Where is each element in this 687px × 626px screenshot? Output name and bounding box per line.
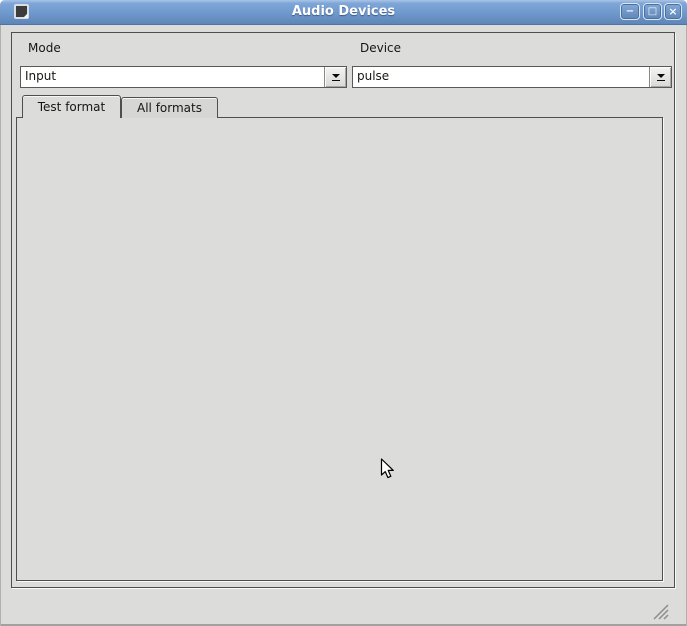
device-combobox[interactable]: pulse	[352, 66, 672, 88]
combo-arrow-icon	[649, 67, 671, 87]
tab-all-formats[interactable]: All formats	[121, 97, 218, 118]
device-value: pulse	[353, 67, 649, 87]
device-label: Device	[360, 41, 401, 55]
maximize-icon: □	[648, 6, 657, 17]
close-button[interactable]: ×	[664, 3, 682, 20]
tab-pane	[16, 117, 663, 581]
minimize-icon: −	[626, 6, 634, 17]
mode-value: Input	[21, 67, 324, 87]
resize-grip-icon[interactable]	[649, 600, 671, 620]
maximize-button[interactable]: □	[643, 3, 662, 20]
close-icon: ×	[668, 5, 677, 18]
combo-arrow-icon	[324, 67, 346, 87]
mode-combobox[interactable]: Input	[20, 66, 347, 88]
titlebar[interactable]: Audio Devices − □ ×	[0, 0, 687, 25]
mode-label: Mode	[28, 41, 61, 55]
minimize-button[interactable]: −	[620, 3, 640, 20]
window-title: Audio Devices	[0, 0, 687, 24]
tab-test-format[interactable]: Test format	[22, 95, 121, 118]
audio-devices-window: Audio Devices − □ × Mode Device Input pu…	[0, 0, 687, 626]
